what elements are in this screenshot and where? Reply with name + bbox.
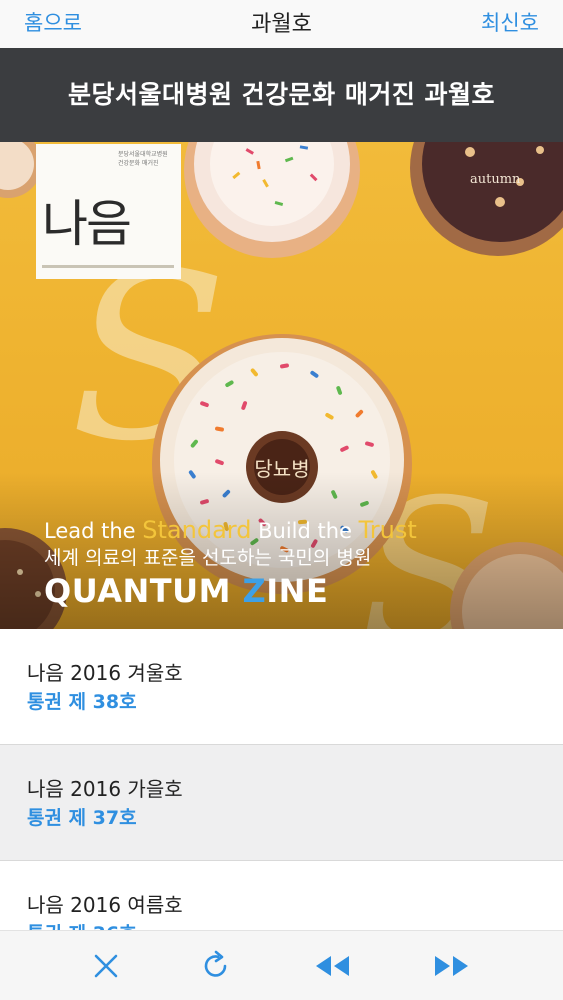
issue-title: 나음 2016 여름호 (27, 893, 183, 917)
issue-row-37[interactable]: 나음 2016 가을호 통권 제 37호 (0, 745, 563, 861)
magazine-logo-box: 분당서울대학교병원 건강문화 매거진 나음 (36, 144, 181, 279)
magazine-title: 나음 (42, 195, 132, 253)
navigation-bar: 홈으로 과월호 최신호 (0, 0, 563, 48)
magazine-cover-image[interactable]: S S (0, 142, 563, 629)
autumn-label: autumn (470, 172, 521, 187)
issue-number: 통권 제 37호 (27, 807, 137, 829)
issue-list: 나음 2016 겨울호 통권 제 38호 나음 2016 가을호 통권 제 37… (0, 629, 563, 977)
magazine-subtitle: 분당서울대학교병원 건강문화 매거진 (118, 151, 168, 167)
issue-title: 나음 2016 가을호 (27, 777, 183, 801)
rewind-icon[interactable] (312, 948, 352, 984)
issue-title: 나음 2016 겨울호 (27, 661, 183, 685)
page-title: 과월호 (251, 12, 312, 37)
section-banner: 분당서울대병원 건강문화 매거진 과월호 (0, 48, 563, 142)
issue-row-38[interactable]: 나음 2016 겨울호 통권 제 38호 (0, 629, 563, 745)
quantum-zine-title: QUANTUM ZINE (44, 572, 329, 610)
magazine-divider (42, 265, 174, 268)
bottom-toolbar (0, 930, 563, 1000)
slogan-english: Lead the Standard Build the Trust (44, 516, 417, 544)
refresh-icon[interactable] (196, 948, 236, 984)
slogan-korean: 세계 의료의 표준을 선도하는 국민의 병원 (44, 547, 372, 569)
issue-number: 통권 제 38호 (27, 691, 137, 713)
fast-forward-icon[interactable] (432, 948, 472, 984)
close-icon[interactable] (86, 948, 126, 984)
latest-issue-button[interactable]: 최신호 (481, 7, 539, 37)
